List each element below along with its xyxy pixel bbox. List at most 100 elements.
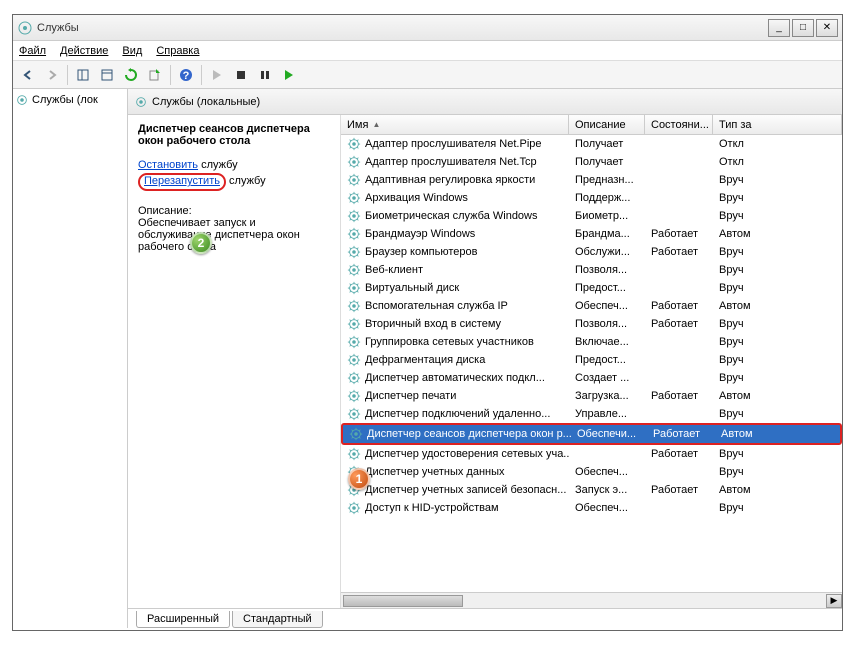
service-type: Автом xyxy=(713,299,842,313)
service-name: Адаптер прослушивателя Net.Tcp xyxy=(365,156,537,168)
toolbar: ? xyxy=(13,61,842,89)
callout-badge-1: 1 xyxy=(348,468,370,490)
scroll-right-arrow[interactable]: ▶ xyxy=(826,594,842,608)
column-name[interactable]: Имя▲ xyxy=(341,115,569,134)
service-name: Веб-клиент xyxy=(365,264,423,276)
service-type: Откл xyxy=(713,155,842,169)
gear-icon xyxy=(347,353,361,367)
window-title: Службы xyxy=(37,22,768,34)
tab-extended[interactable]: Расширенный xyxy=(136,611,230,628)
content-header: Службы (локальные) xyxy=(128,89,842,115)
service-row[interactable]: Диспетчер печатиЗагрузка...РаботаетАвтом xyxy=(341,387,842,405)
forward-button[interactable] xyxy=(41,64,63,86)
description-text: Обеспечивает запуск и обслуживание диспе… xyxy=(138,217,330,253)
refresh-button[interactable] xyxy=(120,64,142,86)
service-row[interactable]: Доступ к HID-устройствамОбеспеч...Вруч xyxy=(341,499,842,517)
service-row[interactable]: Браузер компьютеровОбслужи...РаботаетВру… xyxy=(341,243,842,261)
stop-service-button[interactable] xyxy=(230,64,252,86)
service-state: Работает xyxy=(645,389,713,403)
back-button[interactable] xyxy=(17,64,39,86)
service-name: Диспетчер удостоверения сетевых уча... xyxy=(365,448,569,460)
menu-view[interactable]: Вид xyxy=(122,45,142,57)
help-button[interactable]: ? xyxy=(175,64,197,86)
titlebar[interactable]: Службы _ □ ✕ xyxy=(13,15,842,41)
service-state xyxy=(645,269,713,271)
show-hide-button[interactable] xyxy=(72,64,94,86)
export-button[interactable] xyxy=(144,64,166,86)
service-type: Вруч xyxy=(713,281,842,295)
service-name: Диспетчер учетных записей безопасн... xyxy=(365,484,566,496)
gear-icon xyxy=(347,501,361,515)
app-icon xyxy=(17,20,33,36)
horizontal-scrollbar[interactable]: ▶ xyxy=(341,592,842,608)
service-state: Работает xyxy=(645,227,713,241)
service-row[interactable]: Биометрическая служба WindowsБиометр...В… xyxy=(341,207,842,225)
service-row[interactable]: Группировка сетевых участниковВключае...… xyxy=(341,333,842,351)
gear-icon xyxy=(347,299,361,313)
selected-service-title: Диспетчер сеансов диспетчера окон рабоче… xyxy=(138,123,330,147)
pause-service-button[interactable] xyxy=(254,64,276,86)
service-row[interactable]: Диспетчер сеансов диспетчера окон р...Об… xyxy=(341,423,842,445)
gear-icon xyxy=(347,447,361,461)
column-state[interactable]: Состояни... xyxy=(645,115,713,134)
service-row[interactable]: Адаптер прослушивателя Net.Pipe Получает О… xyxy=(341,135,842,153)
service-state: Работает xyxy=(645,483,713,497)
gear-icon xyxy=(347,281,361,295)
service-state: Работает xyxy=(645,317,713,331)
service-row[interactable]: Вспомогательная служба IPОбеспеч...Работ… xyxy=(341,297,842,315)
service-name: Группировка сетевых участников xyxy=(365,336,534,348)
close-button[interactable]: ✕ xyxy=(816,19,838,37)
restart-service-button[interactable] xyxy=(278,64,300,86)
service-type: Автом xyxy=(713,483,842,497)
scroll-thumb[interactable] xyxy=(343,595,463,607)
restart-link[interactable]: Перезапустить xyxy=(144,175,220,187)
service-desc: Обслужи... xyxy=(569,245,645,259)
gear-icon xyxy=(349,427,363,441)
gear-icon xyxy=(347,191,361,205)
service-row[interactable]: Диспетчер автоматических подкл...Создает… xyxy=(341,369,842,387)
service-desc: Запуск э... xyxy=(569,483,645,497)
stop-link[interactable]: Остановить xyxy=(138,159,198,171)
service-row[interactable]: Архивация WindowsПоддерж...Вруч xyxy=(341,189,842,207)
service-row[interactable]: Диспетчер учетных записей безопасн...Зап… xyxy=(341,481,842,499)
service-type: Откл xyxy=(713,137,842,151)
column-description[interactable]: Описание xyxy=(569,115,645,134)
service-desc: Получает xyxy=(569,155,645,169)
service-row[interactable]: Адаптер прослушивателя Net.Tcp Получает От… xyxy=(341,153,842,171)
maximize-button[interactable]: □ xyxy=(792,19,814,37)
service-name: Адаптер прослушивателя Net.Pipe xyxy=(365,138,542,150)
column-type[interactable]: Тип за xyxy=(713,115,842,134)
start-service-button[interactable] xyxy=(206,64,228,86)
minimize-button[interactable]: _ xyxy=(768,19,790,37)
service-row[interactable]: Диспетчер удостоверения сетевых уча...Ра… xyxy=(341,445,842,463)
service-row[interactable]: Веб-клиентПозволя...Вруч xyxy=(341,261,842,279)
service-row[interactable]: Виртуальный дискПредост...Вруч xyxy=(341,279,842,297)
properties-button[interactable] xyxy=(96,64,118,86)
menu-help[interactable]: Справка xyxy=(156,45,199,57)
service-row[interactable]: Брандмауэр WindowsБрандма...РаботаетАвто… xyxy=(341,225,842,243)
service-desc: Получает xyxy=(569,137,645,151)
gear-icon xyxy=(347,371,361,385)
service-row[interactable]: Дефрагментация дискаПредост...Вруч xyxy=(341,351,842,369)
tree-pane: Службы (лок xyxy=(13,89,128,628)
service-type: Вруч xyxy=(713,465,842,479)
service-desc: Обеспеч... xyxy=(569,465,645,479)
tab-standard[interactable]: Стандартный xyxy=(232,611,323,628)
menu-action[interactable]: Действие xyxy=(60,45,108,57)
service-type: Вруч xyxy=(713,263,842,277)
tree-root[interactable]: Службы (лок xyxy=(15,93,125,107)
menubar: Файл Действие Вид Справка xyxy=(13,41,842,61)
service-row[interactable]: Адаптивная регулировка яркостиПредназн..… xyxy=(341,171,842,189)
service-row[interactable]: Диспетчер учетных данныхОбеспеч...Вруч xyxy=(341,463,842,481)
gear-icon xyxy=(347,155,361,169)
callout-badge-2: 2 xyxy=(190,232,212,254)
gear-icon xyxy=(347,173,361,187)
service-name: Диспетчер автоматических подкл... xyxy=(365,372,545,384)
service-type: Автом xyxy=(715,427,840,441)
service-row[interactable]: Диспетчер подключений удаленно...Управле… xyxy=(341,405,842,423)
service-row[interactable]: Вторичный вход в системуПозволя...Работа… xyxy=(341,315,842,333)
menu-file[interactable]: Файл xyxy=(19,45,46,57)
service-desc: Управле... xyxy=(569,407,645,421)
service-desc: Позволя... xyxy=(569,317,645,331)
restart-highlight: Перезапустить xyxy=(138,173,226,191)
